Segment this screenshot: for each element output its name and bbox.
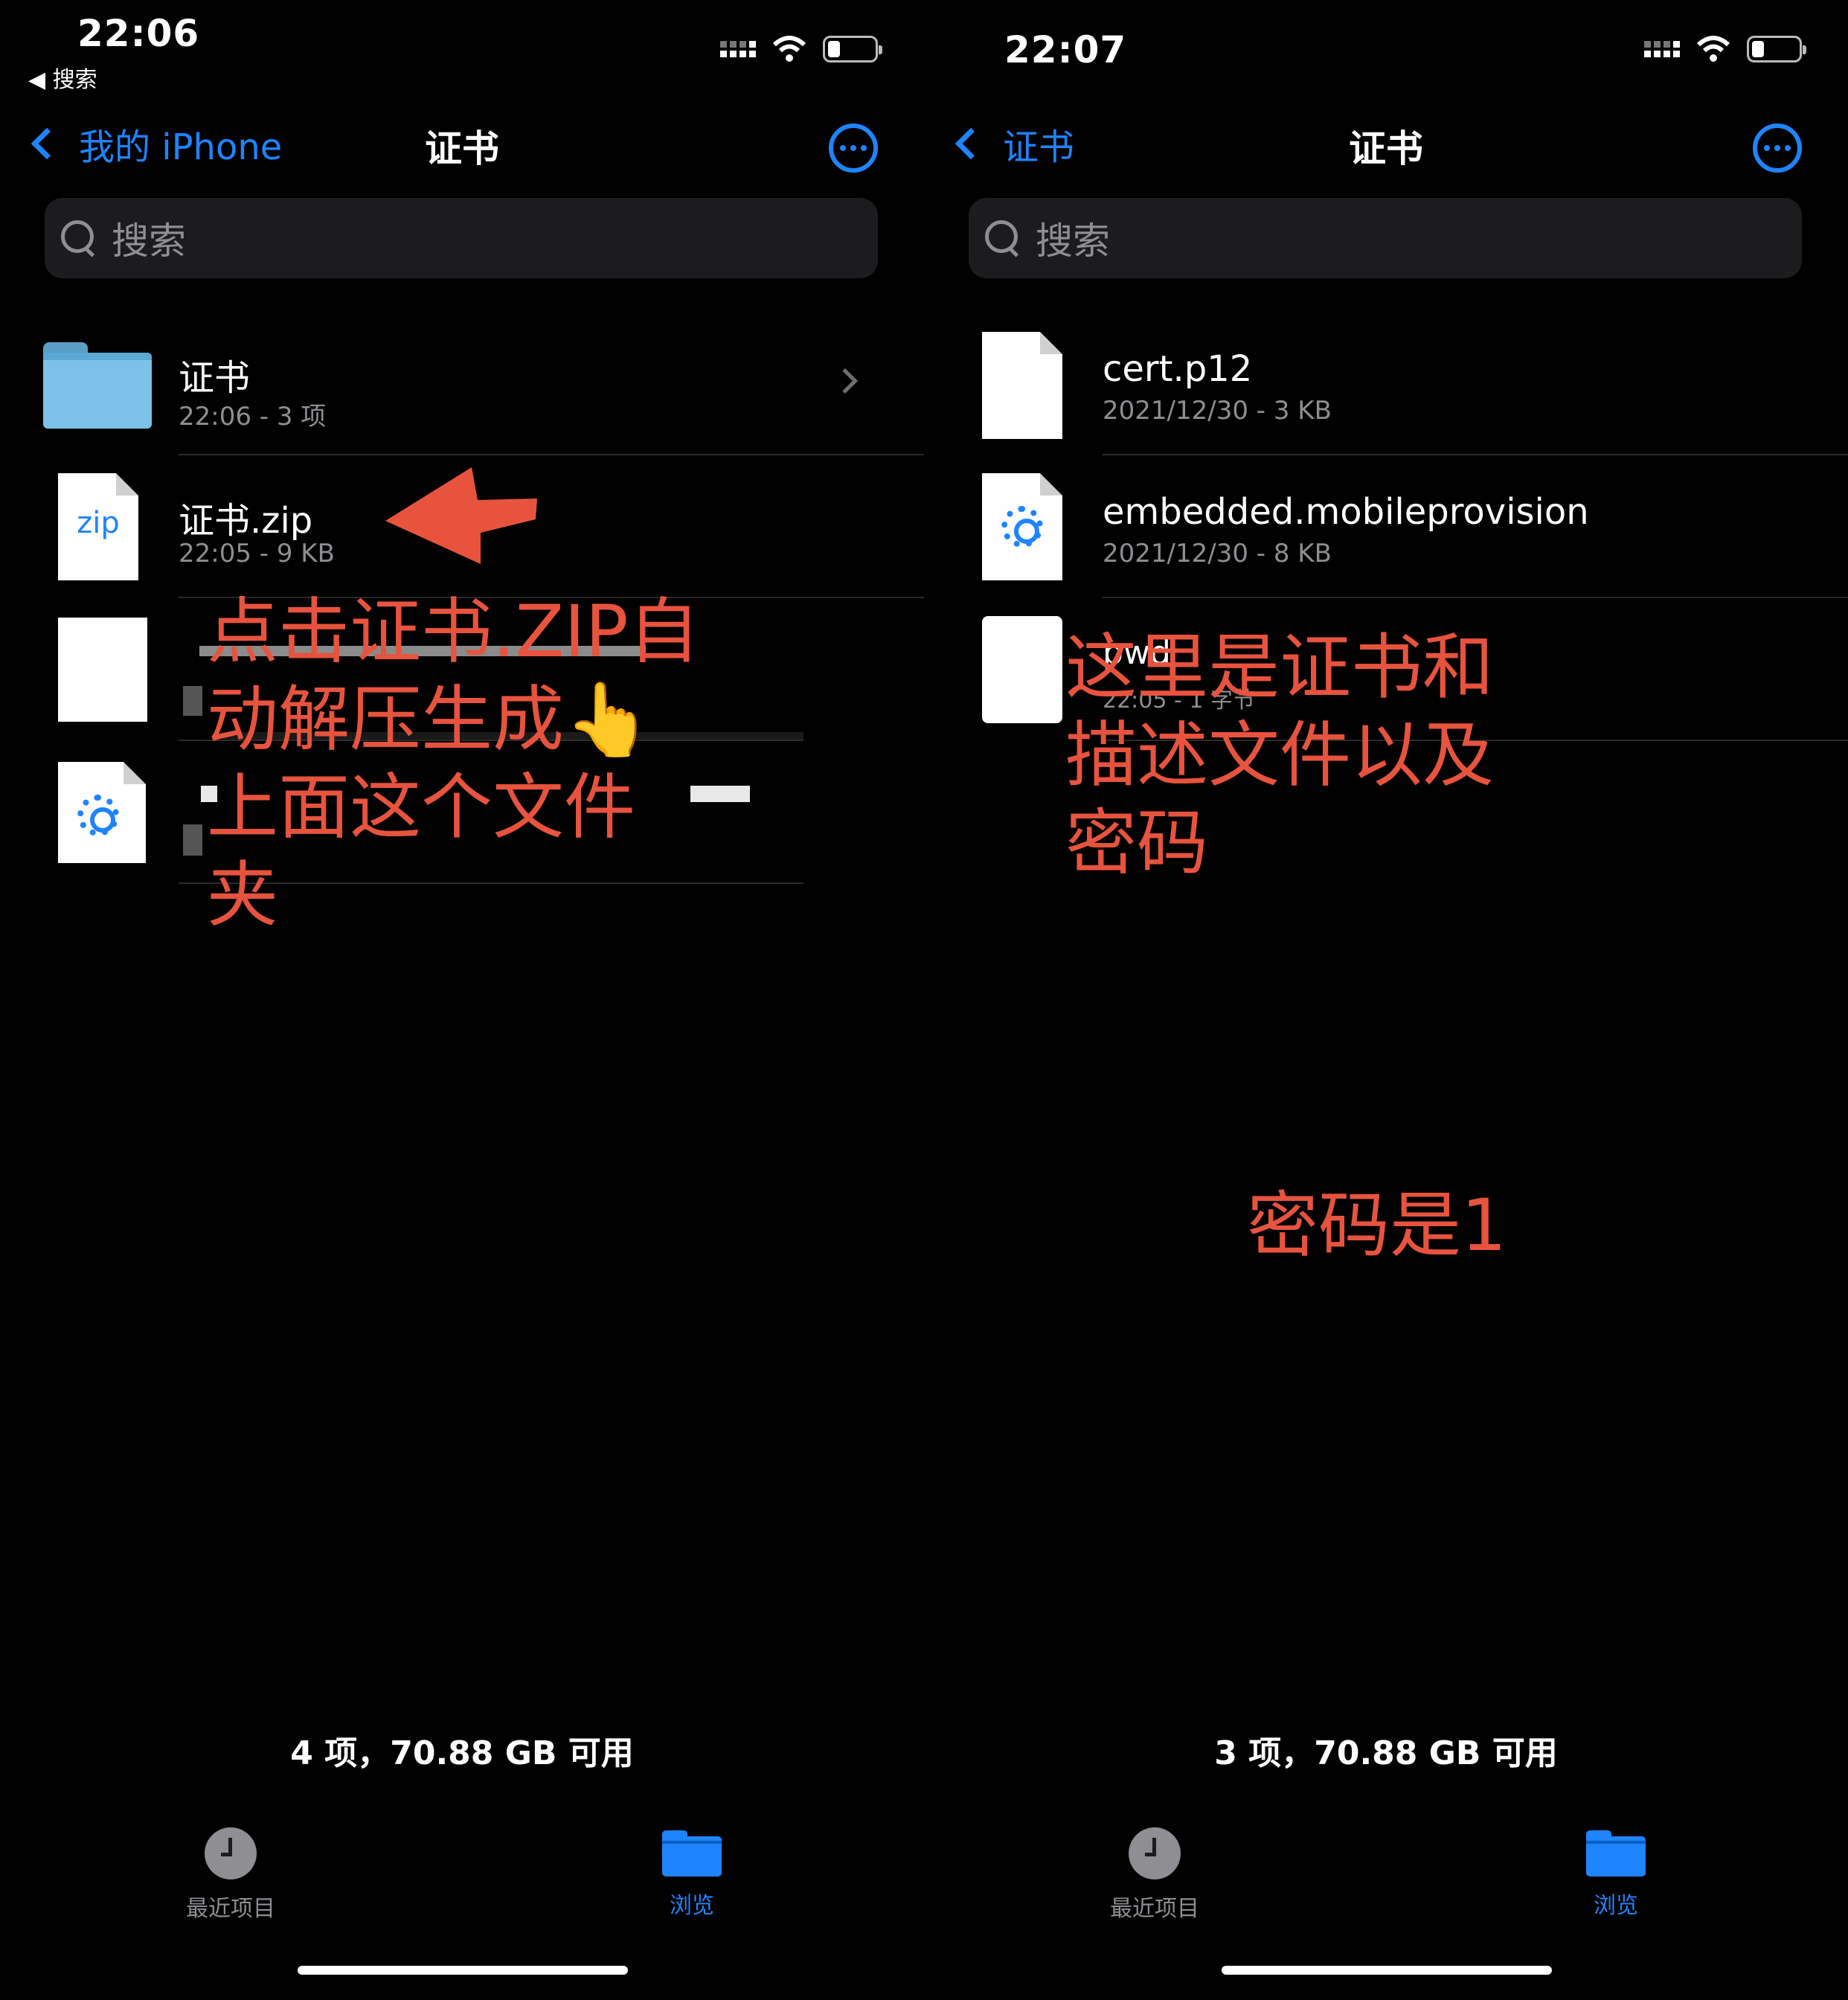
tab-label: 浏览: [1594, 1893, 1638, 1919]
tab-recents[interactable]: 最近项目: [156, 1827, 305, 1923]
tab-recents[interactable]: 最近项目: [1080, 1827, 1229, 1923]
more-options-button[interactable]: [829, 124, 878, 173]
item-meta: 2021/12/30 - 3 KB: [1103, 396, 1332, 426]
status-icons: [1644, 36, 1806, 62]
document-icon: [982, 616, 1062, 723]
annotation-text: 这里是证书和 描述文件以及 密码: [1065, 626, 1494, 885]
more-options-button[interactable]: [1753, 124, 1802, 173]
tab-label: 浏览: [670, 1893, 714, 1919]
clock-icon: [205, 1827, 257, 1879]
storage-summary: 3 项，70.88 GB 可用: [1214, 1734, 1558, 1772]
search-field[interactable]: 搜索: [45, 198, 878, 278]
list-item-folder[interactable]: 证书 22:06 - 3 项: [0, 312, 924, 455]
arrow-annotation-icon: [385, 467, 537, 564]
home-indicator[interactable]: [298, 1966, 628, 1975]
search-icon: [985, 220, 1021, 256]
status-icons: [720, 36, 882, 62]
password-annotation: 密码是1: [1247, 1184, 1507, 1267]
list-item-provision[interactable]: embedded.mobileprovision 2021/12/30 - 8 …: [924, 455, 1848, 598]
item-name: cert.p12: [1103, 348, 1253, 390]
status-time: 22:06: [77, 12, 200, 55]
tab-label: 最近项目: [186, 1896, 275, 1922]
left-screen: 22:06 ◀ 搜索 我的 iPhone 证书 搜索 证书 22:06 - 3 …: [0, 0, 924, 2000]
clock-icon: [1129, 1827, 1181, 1879]
document-icon: [58, 618, 147, 722]
gear-document-icon: [982, 473, 1062, 580]
chevron-right-icon: [832, 368, 858, 394]
annotation-text: 点击证书.ZIP自 动解压生成👆 上面这个文件 夹: [207, 590, 700, 937]
signal-icon: [1644, 41, 1680, 57]
item-meta: 22:06 - 3 项: [179, 402, 327, 432]
item-meta: 2021/12/30 - 8 KB: [1103, 539, 1332, 568]
battery-icon: [823, 36, 882, 62]
document-icon: [982, 332, 1062, 439]
page-title: 证书: [425, 127, 499, 170]
signal-icon: [720, 41, 756, 57]
page-title: 证书: [1349, 127, 1423, 170]
wifi-icon: [772, 36, 806, 62]
storage-summary: 4 项，70.88 GB 可用: [290, 1734, 634, 1772]
right-screen: 22:07 证书 证书 搜索 cert.p12 2021/12/30 - 3 K…: [924, 0, 1848, 2000]
item-name: 证书.zip: [179, 500, 313, 542]
list-item-cert[interactable]: cert.p12 2021/12/30 - 3 KB: [924, 312, 1848, 455]
status-time: 22:07: [1004, 28, 1127, 71]
zip-file-icon: zip: [58, 473, 138, 580]
search-placeholder: 搜索: [1036, 219, 1110, 263]
search-field[interactable]: 搜索: [969, 198, 1802, 278]
gear-document-icon: [58, 762, 146, 863]
folder-icon: [1586, 1830, 1646, 1876]
item-name: embedded.mobileprovision: [1103, 491, 1589, 533]
battery-icon: [1747, 36, 1806, 62]
folder-icon: [662, 1830, 722, 1876]
wifi-icon: [1696, 36, 1730, 62]
search-icon: [61, 220, 97, 256]
home-indicator[interactable]: [1222, 1966, 1552, 1975]
item-meta: 22:05 - 9 KB: [179, 539, 335, 568]
search-placeholder: 搜索: [112, 219, 186, 263]
folder-icon: [43, 342, 152, 429]
tab-browse[interactable]: 浏览: [617, 1827, 766, 1920]
item-name: 证书: [179, 357, 251, 399]
back-to-app-link[interactable]: ◀ 搜索: [28, 61, 97, 94]
tab-browse[interactable]: 浏览: [1541, 1827, 1690, 1920]
tab-label: 最近项目: [1110, 1896, 1199, 1922]
